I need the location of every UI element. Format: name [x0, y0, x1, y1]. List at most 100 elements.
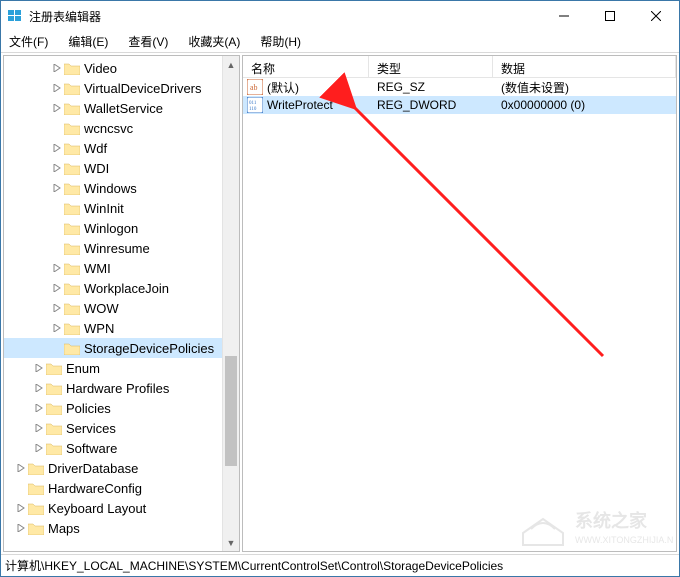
tree-item[interactable]: Video	[4, 58, 239, 78]
menu-view[interactable]: 查看(V)	[124, 31, 172, 52]
chevron-right-icon[interactable]	[50, 301, 64, 315]
menu-help[interactable]: 帮助(H)	[256, 31, 305, 52]
tree-item-label: DriverDatabase	[48, 461, 138, 476]
tree-item[interactable]: Winlogon	[4, 218, 239, 238]
tree-item[interactable]: DriverDatabase	[4, 458, 239, 478]
tree-item[interactable]: StorageDevicePolicies	[4, 338, 239, 358]
chevron-right-icon[interactable]	[32, 401, 46, 415]
registry-tree[interactable]: VideoVirtualDeviceDriversWalletService wc…	[4, 56, 239, 538]
chevron-right-icon[interactable]	[32, 381, 46, 395]
chevron-right-icon[interactable]	[14, 521, 28, 535]
folder-icon	[46, 401, 62, 415]
annotation-arrow	[243, 56, 673, 552]
folder-icon	[64, 161, 80, 175]
chevron-right-icon[interactable]	[14, 461, 28, 475]
tree-item-label: wcncsvc	[84, 121, 133, 136]
tree-item[interactable]: WinInit	[4, 198, 239, 218]
tree-item[interactable]: HardwareConfig	[4, 478, 239, 498]
folder-icon	[64, 121, 80, 135]
scroll-down-icon[interactable]: ▼	[223, 534, 239, 551]
column-type[interactable]: 类型	[369, 56, 493, 77]
values-pane: 名称 类型 数据 (默认)REG_SZ(数值未设置)WriteProtectRE…	[242, 55, 677, 552]
tree-item-label: Winresume	[84, 241, 150, 256]
tree-item[interactable]: Policies	[4, 398, 239, 418]
chevron-right-icon[interactable]	[50, 61, 64, 75]
folder-icon	[46, 441, 62, 455]
tree-item[interactable]: Hardware Profiles	[4, 378, 239, 398]
value-row[interactable]: (默认)REG_SZ(数值未设置)	[243, 78, 676, 96]
tree-item[interactable]: WorkplaceJoin	[4, 278, 239, 298]
chevron-right-icon[interactable]	[32, 361, 46, 375]
tree-item[interactable]: Winresume	[4, 238, 239, 258]
menu-file[interactable]: 文件(F)	[5, 31, 52, 52]
tree-item[interactable]: VirtualDeviceDrivers	[4, 78, 239, 98]
tree-item[interactable]: WMI	[4, 258, 239, 278]
titlebar: 注册表编辑器	[1, 1, 679, 31]
tree-item[interactable]: WalletService	[4, 98, 239, 118]
tree-item-label: HardwareConfig	[48, 481, 142, 496]
tree-pane: VideoVirtualDeviceDriversWalletService wc…	[3, 55, 240, 552]
tree-item[interactable]: WDI	[4, 158, 239, 178]
scroll-thumb[interactable]	[225, 356, 237, 466]
column-data[interactable]: 数据	[493, 56, 676, 77]
value-data: 0x00000000 (0)	[493, 98, 676, 112]
folder-icon	[64, 101, 80, 115]
chevron-right-icon[interactable]	[50, 321, 64, 335]
statusbar-path: 计算机\HKEY_LOCAL_MACHINE\SYSTEM\CurrentCon…	[5, 559, 503, 573]
tree-item[interactable]: Windows	[4, 178, 239, 198]
tree-item[interactable]: WOW	[4, 298, 239, 318]
folder-icon	[64, 61, 80, 75]
folder-icon	[64, 261, 80, 275]
expander-spacer	[50, 201, 64, 215]
menu-favorites[interactable]: 收藏夹(A)	[184, 31, 244, 52]
minimize-button[interactable]	[541, 1, 587, 31]
tree-item-label: WorkplaceJoin	[84, 281, 169, 296]
registry-editor-window: 注册表编辑器 文件(F) 编辑(E) 查看(V) 收藏夹(A) 帮助(H) Vi…	[0, 0, 680, 577]
column-name[interactable]: 名称	[243, 56, 369, 77]
tree-item-label: WOW	[84, 301, 119, 316]
folder-icon	[46, 421, 62, 435]
scroll-up-icon[interactable]: ▲	[223, 56, 239, 73]
expander-spacer	[50, 121, 64, 135]
tree-item[interactable]: wcncsvc	[4, 118, 239, 138]
expander-spacer	[50, 221, 64, 235]
value-type: REG_SZ	[369, 80, 493, 94]
chevron-right-icon[interactable]	[32, 441, 46, 455]
chevron-right-icon[interactable]	[50, 101, 64, 115]
tree-item[interactable]: Wdf	[4, 138, 239, 158]
menu-edit[interactable]: 编辑(E)	[64, 31, 112, 52]
chevron-right-icon[interactable]	[50, 281, 64, 295]
tree-item[interactable]: Enum	[4, 358, 239, 378]
tree-item[interactable]: Keyboard Layout	[4, 498, 239, 518]
chevron-right-icon[interactable]	[50, 181, 64, 195]
expander-spacer	[14, 481, 28, 495]
chevron-right-icon[interactable]	[50, 161, 64, 175]
value-name: WriteProtect	[267, 98, 333, 112]
close-button[interactable]	[633, 1, 679, 31]
chevron-right-icon[interactable]	[50, 141, 64, 155]
folder-icon	[64, 301, 80, 315]
column-headers: 名称 类型 数据	[243, 56, 676, 78]
tree-item[interactable]: WPN	[4, 318, 239, 338]
chevron-right-icon[interactable]	[50, 261, 64, 275]
tree-item[interactable]: Software	[4, 438, 239, 458]
folder-icon	[64, 241, 80, 255]
folder-icon	[28, 521, 44, 535]
values-list[interactable]: (默认)REG_SZ(数值未设置)WriteProtectREG_DWORD0x…	[243, 78, 676, 114]
tree-item[interactable]: Maps	[4, 518, 239, 538]
folder-icon	[64, 81, 80, 95]
tree-item[interactable]: Services	[4, 418, 239, 438]
tree-item-label: WDI	[84, 161, 109, 176]
chevron-right-icon[interactable]	[50, 81, 64, 95]
statusbar: 计算机\HKEY_LOCAL_MACHINE\SYSTEM\CurrentCon…	[1, 554, 679, 576]
folder-icon	[64, 201, 80, 215]
value-row[interactable]: WriteProtectREG_DWORD0x00000000 (0)	[243, 96, 676, 114]
tree-scrollbar[interactable]: ▲ ▼	[222, 56, 239, 551]
folder-icon	[28, 461, 44, 475]
folder-icon	[46, 381, 62, 395]
window-controls	[541, 1, 679, 31]
tree-item-label: Maps	[48, 521, 80, 536]
maximize-button[interactable]	[587, 1, 633, 31]
chevron-right-icon[interactable]	[14, 501, 28, 515]
chevron-right-icon[interactable]	[32, 421, 46, 435]
